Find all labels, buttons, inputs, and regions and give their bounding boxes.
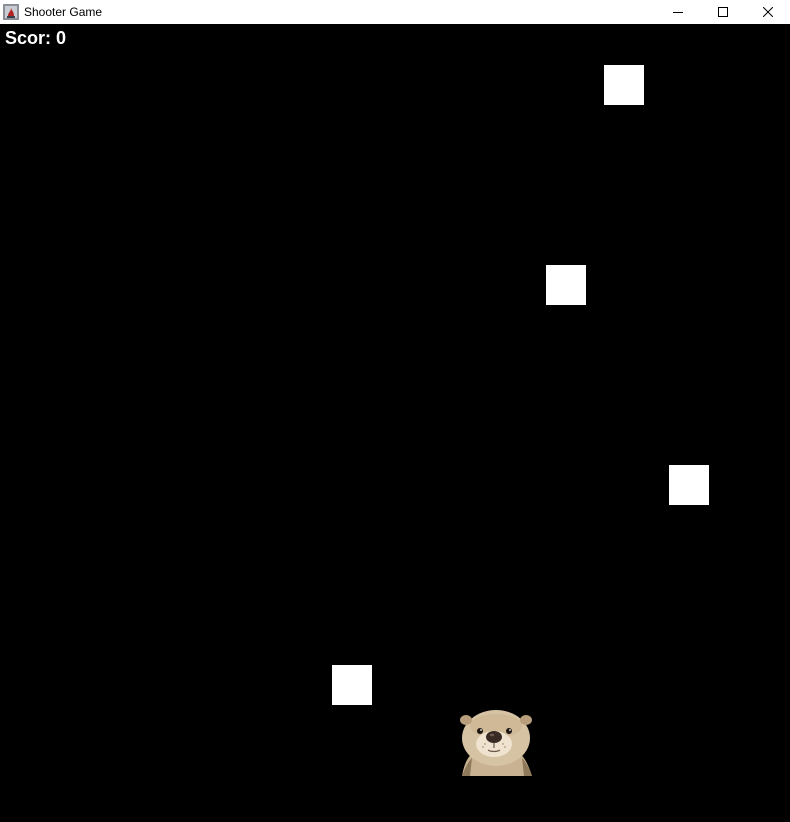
- title-bar[interactable]: Shooter Game: [0, 0, 790, 24]
- game-canvas[interactable]: Scor: 0: [0, 24, 790, 822]
- close-icon: [762, 7, 773, 17]
- java-app-icon: [3, 4, 19, 20]
- score-display: Scor: 0: [5, 28, 66, 49]
- maximize-button[interactable]: [700, 0, 745, 24]
- enemy-block: [332, 665, 372, 705]
- window-controls: [655, 0, 790, 24]
- minimize-icon: [672, 12, 683, 13]
- window-title: Shooter Game: [24, 5, 103, 19]
- enemy-block: [669, 465, 709, 505]
- score-value: 0: [56, 28, 67, 48]
- minimize-button[interactable]: [655, 0, 700, 24]
- score-label: Scor:: [5, 28, 52, 48]
- game-window: Shooter Game Scor: 0: [0, 0, 790, 822]
- close-button[interactable]: [745, 0, 790, 24]
- enemy-block: [546, 265, 586, 305]
- player-otter-sprite: [460, 710, 532, 776]
- enemy-block: [604, 65, 644, 105]
- maximize-icon: [717, 7, 728, 17]
